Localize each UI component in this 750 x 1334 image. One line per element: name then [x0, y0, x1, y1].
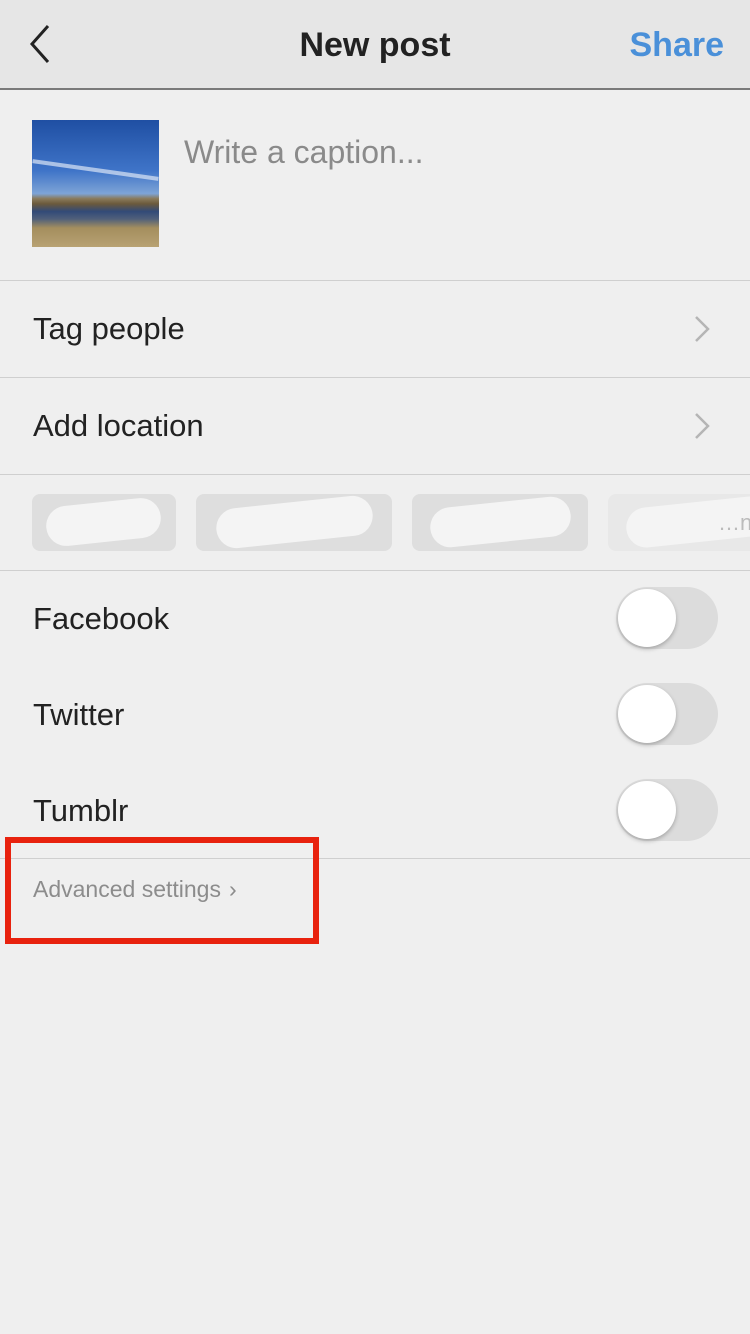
facebook-label: Facebook	[33, 601, 170, 636]
location-chip[interactable]	[32, 494, 176, 551]
divider	[0, 858, 750, 859]
add-location-row[interactable]: Add location	[0, 378, 750, 475]
caption-input[interactable]	[184, 134, 724, 171]
chevron-right-icon	[695, 316, 710, 342]
back-chevron-icon[interactable]	[26, 22, 56, 66]
nav-bar: New post Share	[0, 0, 750, 90]
facebook-row: Facebook	[0, 571, 750, 667]
tumblr-label: Tumblr	[33, 793, 129, 828]
add-location-label: Add location	[33, 408, 204, 443]
tumblr-row: Tumblr	[0, 763, 750, 859]
twitter-label: Twitter	[33, 697, 125, 732]
chevron-right-icon	[695, 413, 710, 439]
caption-section	[0, 90, 750, 281]
location-chip[interactable]	[196, 494, 392, 551]
location-chip[interactable]	[412, 494, 588, 551]
twitter-row: Twitter	[0, 667, 750, 763]
tag-people-label: Tag people	[33, 311, 185, 346]
facebook-toggle[interactable]	[616, 587, 718, 649]
share-button[interactable]: Share	[630, 26, 725, 65]
tumblr-toggle[interactable]	[616, 779, 718, 841]
location-chip[interactable]: …nd	[608, 494, 750, 551]
chevron-right-icon: ›	[228, 876, 237, 902]
post-thumbnail	[32, 120, 159, 247]
location-suggestions: …nd	[0, 474, 750, 571]
advanced-settings-label: Advanced settings	[33, 876, 221, 902]
tag-people-row[interactable]: Tag people	[0, 281, 750, 378]
twitter-toggle[interactable]	[616, 683, 718, 745]
advanced-settings-link[interactable]: Advanced settings ›	[33, 876, 237, 903]
